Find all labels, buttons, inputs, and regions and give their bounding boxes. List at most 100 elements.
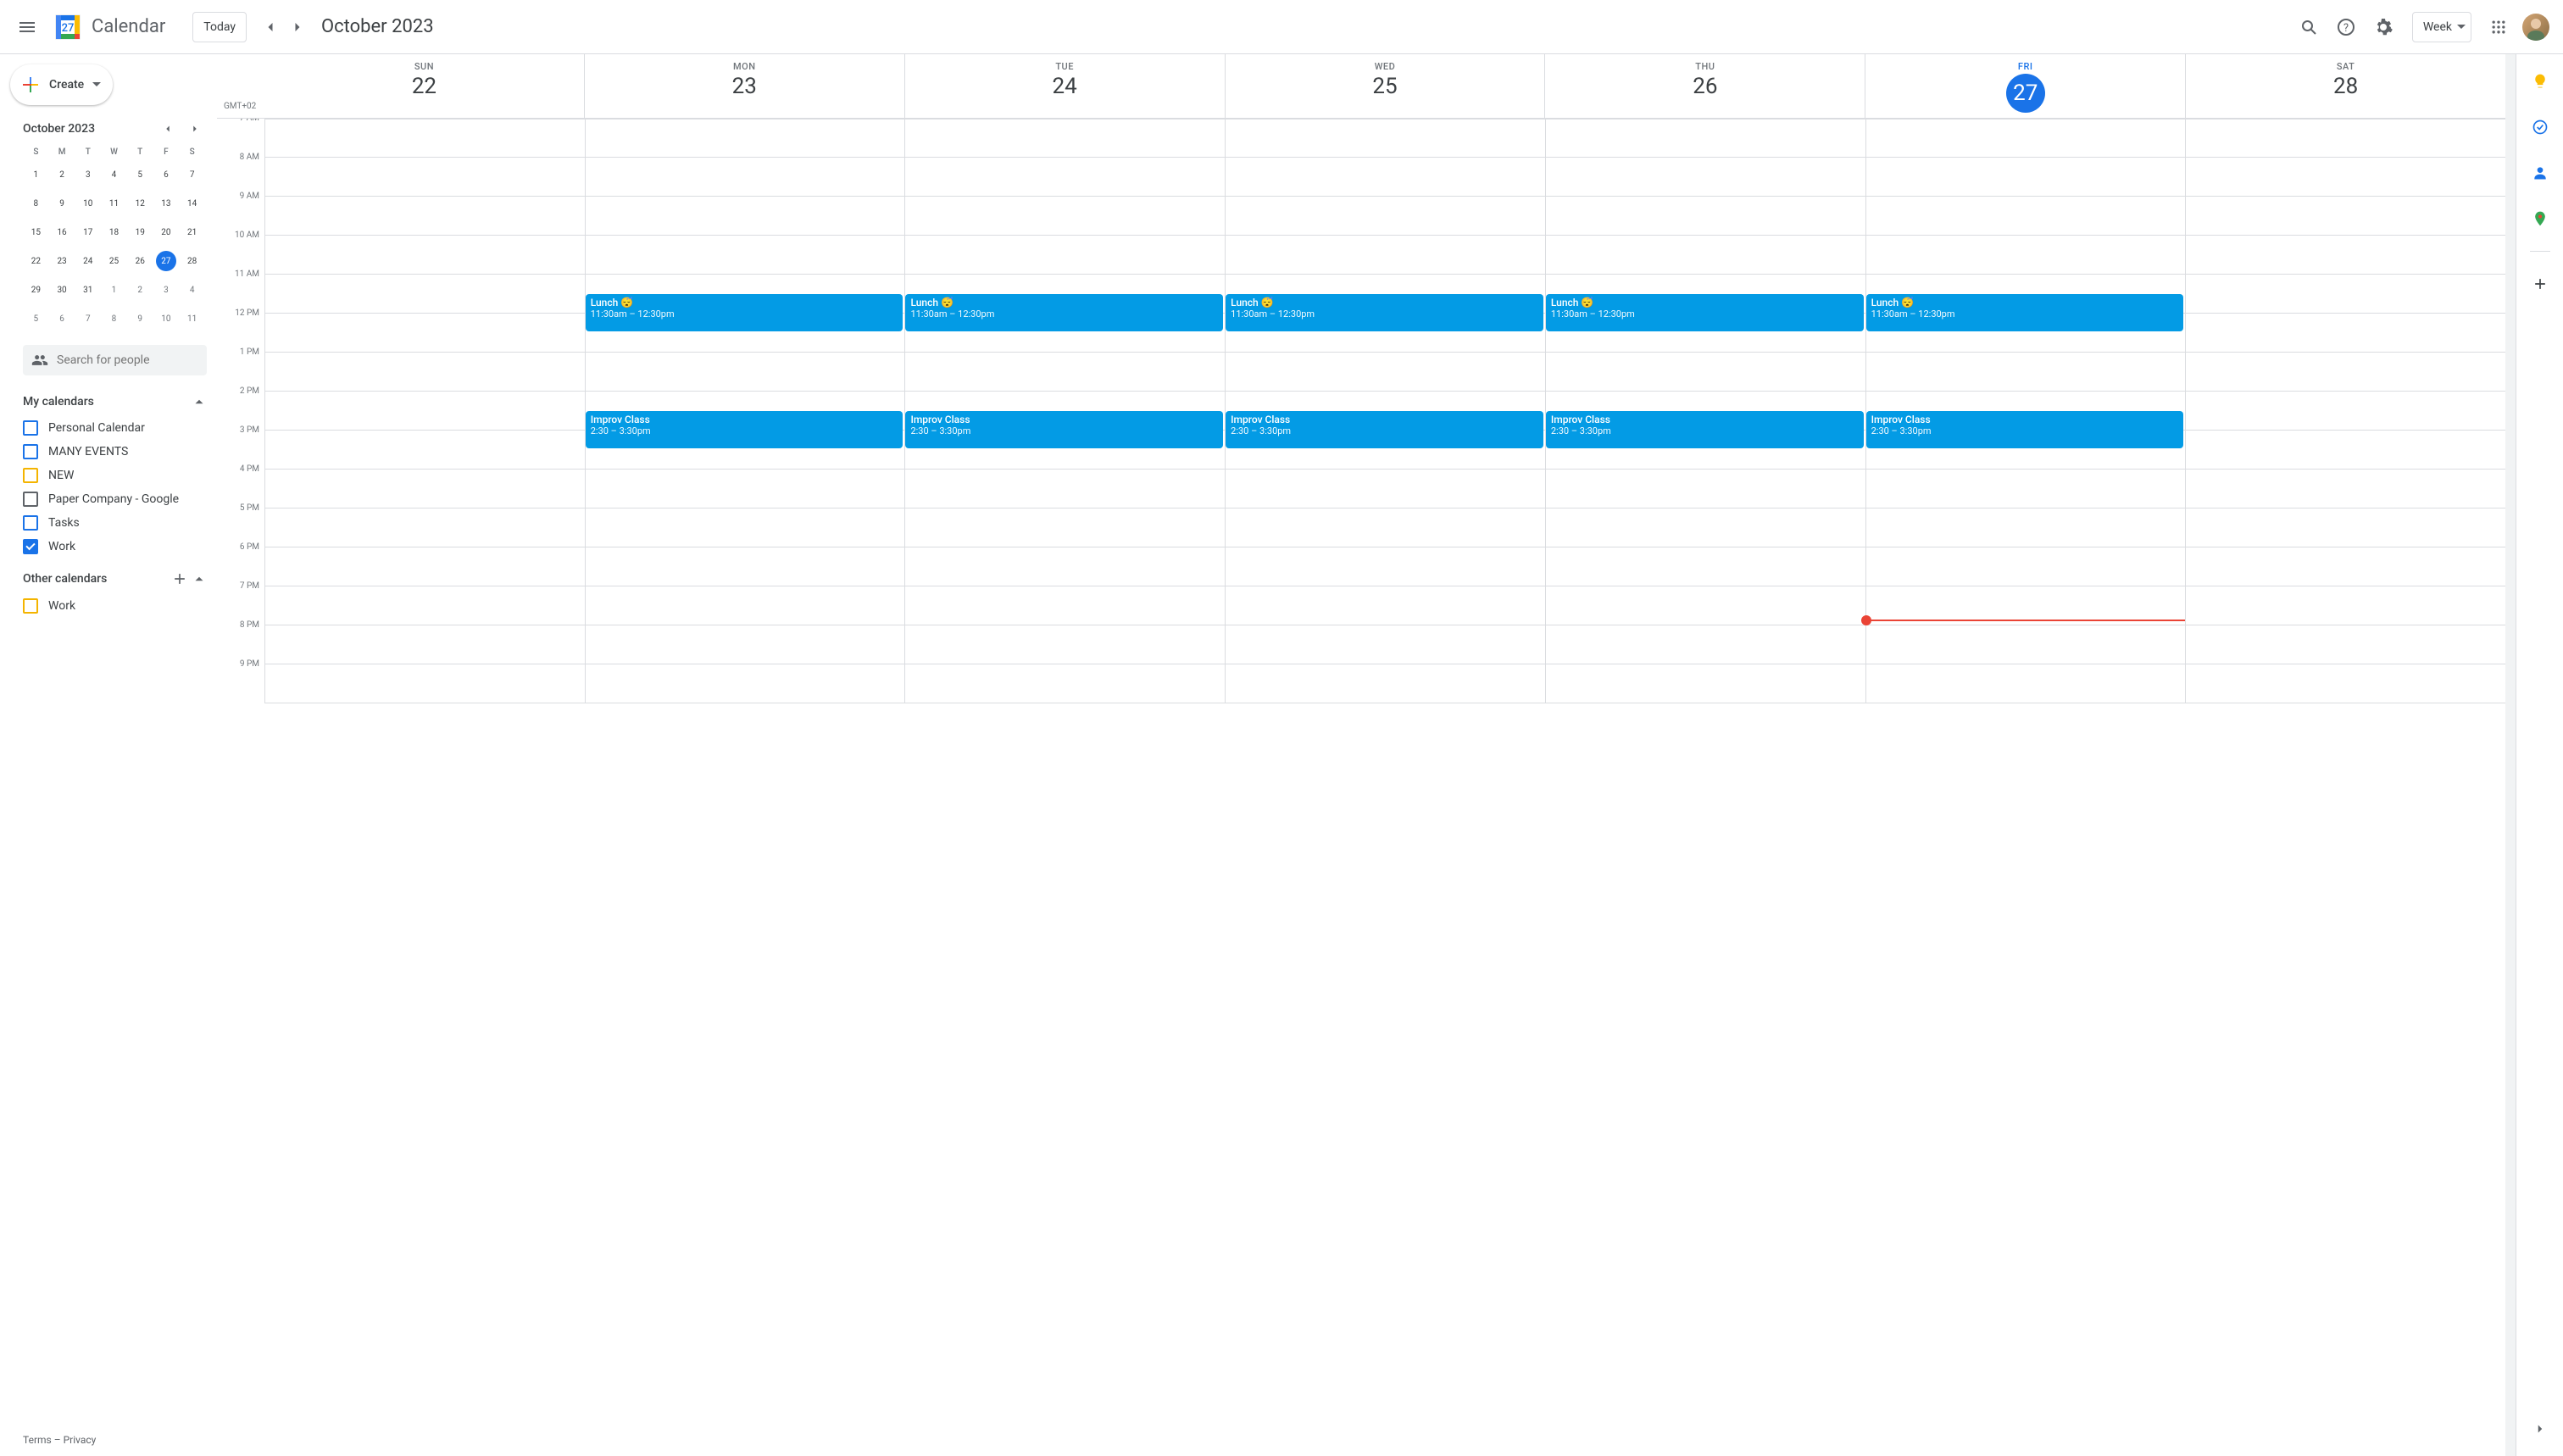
day-column[interactable]: Lunch 😴11:30am – 12:30pm Improv Class2:30… <box>904 119 1225 703</box>
mini-day[interactable]: 9 <box>127 304 153 333</box>
mini-day[interactable]: 20 <box>153 218 180 247</box>
mini-day[interactable]: 26 <box>127 247 153 275</box>
day-header[interactable]: THU26 <box>1544 54 1865 118</box>
mini-day[interactable]: 16 <box>49 218 75 247</box>
apps-icon[interactable] <box>2482 10 2516 44</box>
logo[interactable]: 27 Calendar <box>47 10 172 44</box>
mini-day[interactable]: 4 <box>179 275 205 304</box>
calendar-checkbox[interactable] <box>23 598 38 614</box>
mini-day[interactable]: 28 <box>179 247 205 275</box>
day-header[interactable]: TUE24 <box>904 54 1225 118</box>
calendar-item[interactable]: Tasks <box>23 511 207 535</box>
mini-day[interactable]: 7 <box>75 304 101 333</box>
calendar-checkbox[interactable] <box>23 420 38 436</box>
maps-icon[interactable] <box>2523 202 2557 236</box>
day-header[interactable]: FRI27 <box>1865 54 2185 118</box>
today-button[interactable]: Today <box>192 12 247 42</box>
create-button[interactable]: Create <box>10 64 113 105</box>
mini-day[interactable]: 11 <box>179 304 205 333</box>
help-icon[interactable]: ? <box>2329 10 2363 44</box>
calendar-item[interactable]: Personal Calendar <box>23 416 207 440</box>
mini-day[interactable]: 2 <box>49 160 75 189</box>
event[interactable]: Lunch 😴11:30am – 12:30pm <box>1226 294 1543 331</box>
day-header[interactable]: SAT28 <box>2185 54 2505 118</box>
calendar-checkbox[interactable] <box>23 492 38 507</box>
mini-day[interactable]: 8 <box>101 304 127 333</box>
mini-day[interactable]: 19 <box>127 218 153 247</box>
event[interactable]: Lunch 😴11:30am – 12:30pm <box>905 294 1223 331</box>
mini-day[interactable]: 1 <box>101 275 127 304</box>
mini-day[interactable]: 29 <box>23 275 49 304</box>
event[interactable]: Lunch 😴11:30am – 12:30pm <box>586 294 903 331</box>
search-icon[interactable] <box>2292 10 2326 44</box>
mini-day[interactable]: 12 <box>127 189 153 218</box>
mini-next-month[interactable] <box>185 119 205 139</box>
mini-day[interactable]: 27 <box>153 247 180 275</box>
mini-day[interactable]: 18 <box>101 218 127 247</box>
day-column[interactable]: Lunch 😴11:30am – 12:30pm Improv Class2:30… <box>1865 119 2186 703</box>
mini-day[interactable]: 4 <box>101 160 127 189</box>
mini-day[interactable]: 3 <box>75 160 101 189</box>
next-week-button[interactable] <box>284 14 311 41</box>
mini-day[interactable]: 21 <box>179 218 205 247</box>
calendar-item[interactable]: Paper Company - Google <box>23 487 207 511</box>
other-calendars-toggle[interactable]: Other calendars <box>23 567 207 591</box>
prev-week-button[interactable] <box>257 14 284 41</box>
event[interactable]: Improv Class2:30 – 3:30pm <box>1546 411 1864 448</box>
privacy-link[interactable]: Privacy <box>64 1434 97 1446</box>
event[interactable]: Improv Class2:30 – 3:30pm <box>1866 411 2184 448</box>
mini-day[interactable]: 23 <box>49 247 75 275</box>
mini-day[interactable]: 5 <box>127 160 153 189</box>
keep-icon[interactable] <box>2523 64 2557 98</box>
add-addon-icon[interactable] <box>2523 267 2557 301</box>
day-column[interactable]: Lunch 😴11:30am – 12:30pm Improv Class2:30… <box>1225 119 1545 703</box>
add-calendar-icon[interactable] <box>171 570 188 587</box>
contacts-icon[interactable] <box>2523 156 2557 190</box>
calendar-item[interactable]: NEW <box>23 464 207 487</box>
day-header[interactable]: MON23 <box>584 54 904 118</box>
event[interactable]: Improv Class2:30 – 3:30pm <box>1226 411 1543 448</box>
mini-day[interactable]: 17 <box>75 218 101 247</box>
avatar[interactable] <box>2522 14 2549 41</box>
mini-day[interactable]: 15 <box>23 218 49 247</box>
search-people-input[interactable] <box>57 353 198 367</box>
mini-day[interactable]: 30 <box>49 275 75 304</box>
collapse-panel-icon[interactable] <box>2523 1412 2557 1446</box>
calendar-item[interactable]: Work <box>23 594 207 618</box>
tasks-icon[interactable] <box>2523 110 2557 144</box>
mini-day[interactable]: 11 <box>101 189 127 218</box>
event[interactable]: Lunch 😴11:30am – 12:30pm <box>1546 294 1864 331</box>
day-column[interactable] <box>2185 119 2505 703</box>
view-switcher[interactable]: Week <box>2412 12 2471 42</box>
day-column[interactable]: Lunch 😴11:30am – 12:30pm Improv Class2:30… <box>1545 119 1865 703</box>
scrollbar[interactable] <box>2505 54 2516 1456</box>
search-people[interactable] <box>23 345 207 375</box>
mini-day[interactable]: 13 <box>153 189 180 218</box>
calendar-checkbox[interactable] <box>23 539 38 554</box>
calendar-checkbox[interactable] <box>23 444 38 459</box>
calendar-checkbox[interactable] <box>23 515 38 531</box>
event[interactable]: Lunch 😴11:30am – 12:30pm <box>1866 294 2184 331</box>
menu-icon[interactable] <box>7 7 47 47</box>
calendar-checkbox[interactable] <box>23 468 38 483</box>
mini-day[interactable]: 10 <box>153 304 180 333</box>
mini-day[interactable]: 1 <box>23 160 49 189</box>
mini-prev-month[interactable] <box>158 119 178 139</box>
calendar-item[interactable]: Work <box>23 535 207 559</box>
day-column[interactable]: Lunch 😴11:30am – 12:30pm Improv Class2:30… <box>585 119 905 703</box>
calendar-item[interactable]: MANY EVENTS <box>23 440 207 464</box>
terms-link[interactable]: Terms <box>23 1434 52 1446</box>
event[interactable]: Improv Class2:30 – 3:30pm <box>586 411 903 448</box>
mini-day[interactable]: 3 <box>153 275 180 304</box>
event[interactable]: Improv Class2:30 – 3:30pm <box>905 411 1223 448</box>
mini-day[interactable]: 5 <box>23 304 49 333</box>
mini-day[interactable]: 24 <box>75 247 101 275</box>
mini-day[interactable]: 8 <box>23 189 49 218</box>
mini-day[interactable]: 9 <box>49 189 75 218</box>
mini-day[interactable]: 22 <box>23 247 49 275</box>
day-column[interactable] <box>264 119 585 703</box>
mini-day[interactable]: 25 <box>101 247 127 275</box>
settings-icon[interactable] <box>2366 10 2400 44</box>
my-calendars-toggle[interactable]: My calendars <box>23 391 207 413</box>
mini-day[interactable]: 31 <box>75 275 101 304</box>
